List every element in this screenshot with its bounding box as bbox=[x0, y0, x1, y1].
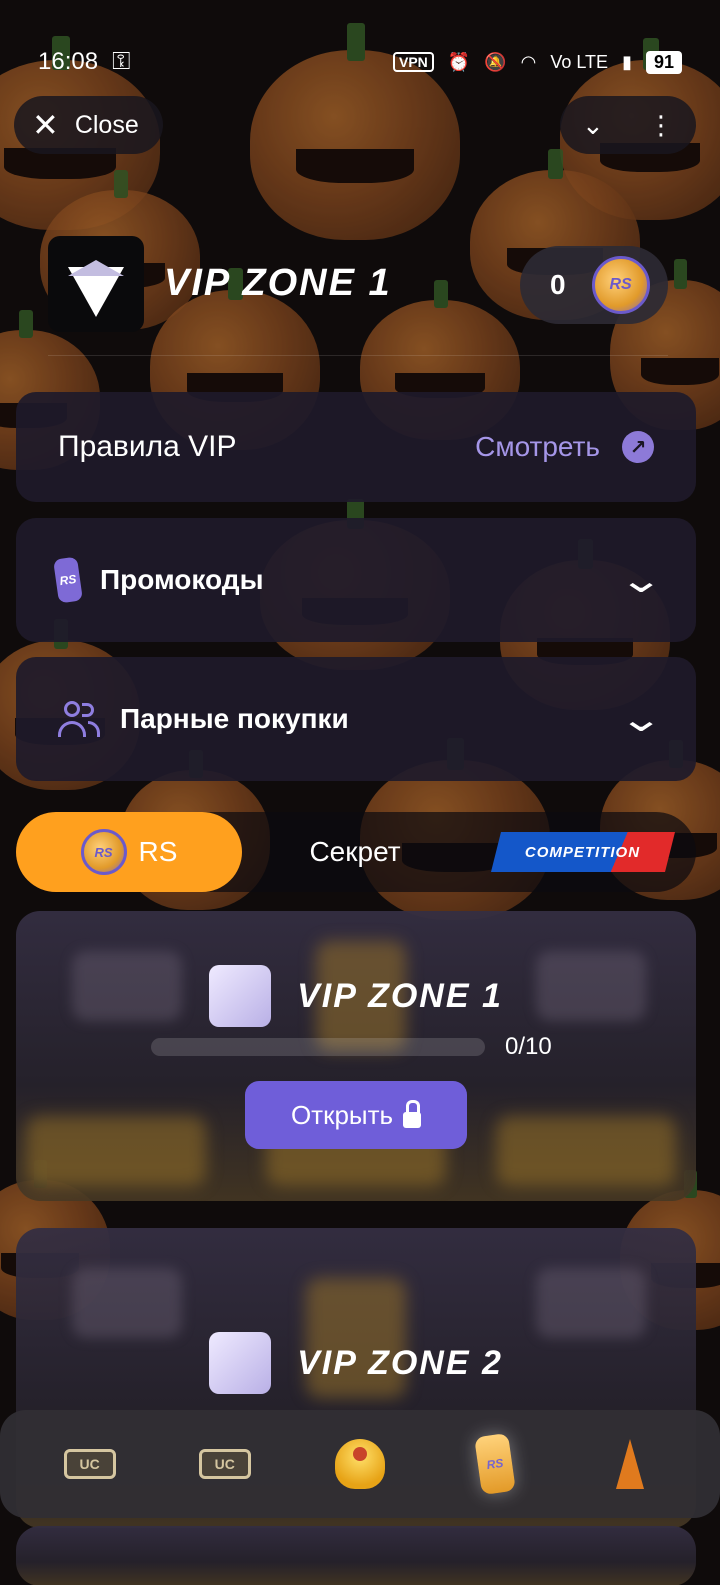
chevron-down-icon[interactable]: ⌄ bbox=[582, 110, 604, 141]
topbar-actions: ⌄ ⋮ bbox=[560, 96, 696, 154]
alarm-icon: ⏰ bbox=[447, 51, 471, 72]
vip-zone-card: VIP ZONE 1 0/10 Открыть bbox=[16, 911, 696, 1201]
open-button[interactable]: Открыть bbox=[245, 1081, 467, 1149]
uc-ticket-icon: UC bbox=[198, 1449, 251, 1479]
status-bar: 16:08 ⚿ VPN ⏰ 🔕 ◠ Vo LTE ▮ 91 bbox=[0, 0, 720, 90]
vip-rules-label: Правила VIP bbox=[58, 430, 237, 463]
chicken-icon bbox=[334, 1439, 385, 1489]
battery-level: 91 bbox=[645, 50, 682, 74]
vpn-badge: VPN bbox=[393, 52, 434, 72]
eiffel-tower-icon bbox=[616, 1439, 645, 1489]
card-title: VIP ZONE 1 bbox=[297, 976, 503, 1015]
status-time: 16:08 bbox=[38, 48, 99, 75]
view-link-text: Смотреть bbox=[475, 431, 600, 462]
chevron-down-icon: ⌄ bbox=[618, 698, 664, 739]
card-title: VIP ZONE 2 bbox=[297, 1343, 503, 1382]
nav-item-uc-ticket[interactable]: UC bbox=[195, 1434, 255, 1494]
app-logo bbox=[48, 236, 144, 332]
wifi-icon: ◠ bbox=[520, 51, 537, 72]
arrow-up-right-icon: ↗ bbox=[622, 431, 654, 463]
card-progress: 0/10 bbox=[151, 1033, 552, 1061]
close-icon: ✕ bbox=[32, 107, 59, 143]
nav-item-uc[interactable]: UC bbox=[60, 1434, 120, 1494]
card-header: VIP ZONE 2 bbox=[16, 1332, 696, 1394]
header-divider bbox=[48, 355, 668, 356]
nav-item-rs[interactable]: RS bbox=[465, 1432, 525, 1496]
box-icon bbox=[209, 965, 272, 1027]
nav-item-chicken[interactable] bbox=[330, 1434, 390, 1494]
users-icon bbox=[56, 699, 100, 739]
vip-rules-link[interactable]: Смотреть ↗ bbox=[475, 431, 654, 463]
mute-icon: 🔕 bbox=[484, 51, 507, 72]
more-vertical-icon[interactable]: ⋮ bbox=[648, 110, 674, 141]
mini-app-topbar: ✕ Close ⌄ ⋮ bbox=[0, 96, 720, 156]
signal-icon: ▮ bbox=[622, 51, 632, 72]
competition-logo: COMPETITION bbox=[525, 843, 641, 861]
tab-secret[interactable]: Секрет bbox=[278, 812, 432, 892]
balance-pill[interactable]: 0 RS bbox=[520, 246, 668, 324]
tab-competition[interactable]: COMPETITION bbox=[491, 832, 675, 872]
vip-rules-row[interactable]: Правила VIP Смотреть ↗ bbox=[16, 392, 696, 502]
tab-rs[interactable]: RS RS bbox=[16, 812, 242, 892]
unlock-icon bbox=[403, 1100, 422, 1128]
ticket-icon: RS bbox=[53, 556, 83, 604]
progress-count: 0/10 bbox=[505, 1033, 552, 1060]
pair-purchases-label: Парные покупки bbox=[120, 703, 349, 734]
balance-value: 0 bbox=[550, 269, 566, 300]
card-header: VIP ZONE 1 bbox=[16, 965, 696, 1027]
nav-item-tower[interactable] bbox=[600, 1434, 660, 1494]
page-header: VIP ZONE 1 0 RS bbox=[48, 236, 668, 332]
rs-ticket-icon: RS bbox=[474, 1432, 517, 1496]
rs-coin-icon: RS bbox=[591, 256, 650, 314]
bottom-navigation: UC UC RS bbox=[0, 1410, 720, 1518]
currency-tabs: RS RS Секрет COMPETITION bbox=[16, 812, 696, 892]
rs-coin-icon: RS bbox=[80, 829, 127, 875]
close-button[interactable]: ✕ Close bbox=[14, 96, 163, 154]
close-label: Close bbox=[74, 110, 139, 139]
promo-codes-label: Промокоды bbox=[100, 564, 264, 595]
page-title: VIP ZONE 1 bbox=[164, 262, 392, 304]
network-label: Vo LTE bbox=[550, 51, 609, 72]
vip-zone-card bbox=[16, 1526, 696, 1585]
key-icon: ⚿ bbox=[112, 48, 131, 75]
chevron-down-icon: ⌄ bbox=[618, 559, 664, 600]
progress-bar bbox=[151, 1038, 485, 1056]
tab-rs-label: RS bbox=[138, 836, 178, 867]
open-button-label: Открыть bbox=[290, 1099, 394, 1130]
box-icon bbox=[209, 1332, 272, 1394]
promo-codes-accordion[interactable]: RS Промокоды ⌄ bbox=[16, 518, 696, 642]
uc-icon: UC bbox=[63, 1449, 116, 1479]
pair-purchases-accordion[interactable]: Парные покупки ⌄ bbox=[16, 657, 696, 781]
